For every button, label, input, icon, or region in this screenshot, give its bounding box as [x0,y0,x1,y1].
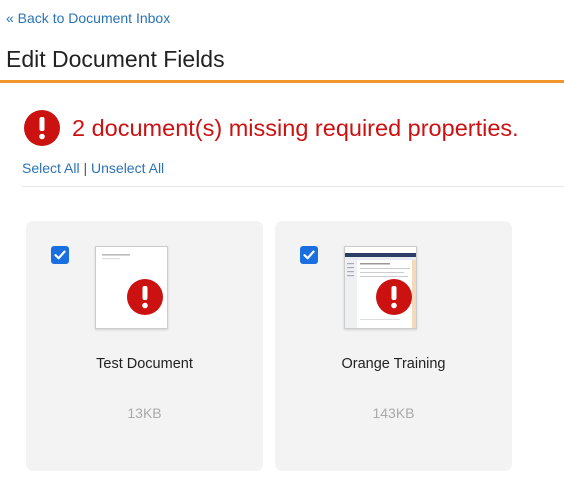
title-divider [0,80,564,83]
unselect-all-link[interactable]: Unselect All [91,160,164,176]
document-checkbox[interactable] [300,246,318,264]
alert-message: 2 document(s) missing required propertie… [72,114,519,141]
document-card[interactable]: Test Document 13KB [26,221,263,471]
missing-properties-alert: 2 document(s) missing required propertie… [24,110,519,146]
checkmark-icon [54,250,66,260]
selection-controls: Select All | Unselect All [22,160,164,176]
missing-properties-icon [127,279,163,315]
document-card[interactable]: Orange Training 143KB [275,221,512,471]
selection-separator: | [83,160,88,176]
document-name: Orange Training [341,356,446,372]
page-title: Edit Document Fields [6,46,225,72]
document-size: 143KB [372,405,415,421]
missing-properties-icon [376,279,412,315]
document-thumbnail[interactable] [344,246,417,329]
document-size: 13KB [127,405,162,421]
error-icon [24,110,60,146]
checkmark-icon [303,250,315,260]
document-name: Test Document [96,356,193,372]
section-divider [22,186,564,187]
document-thumbnail[interactable] [95,246,168,329]
back-to-inbox-link[interactable]: « Back to Document Inbox [6,10,170,26]
select-all-link[interactable]: Select All [22,160,80,176]
document-checkbox[interactable] [51,246,69,264]
